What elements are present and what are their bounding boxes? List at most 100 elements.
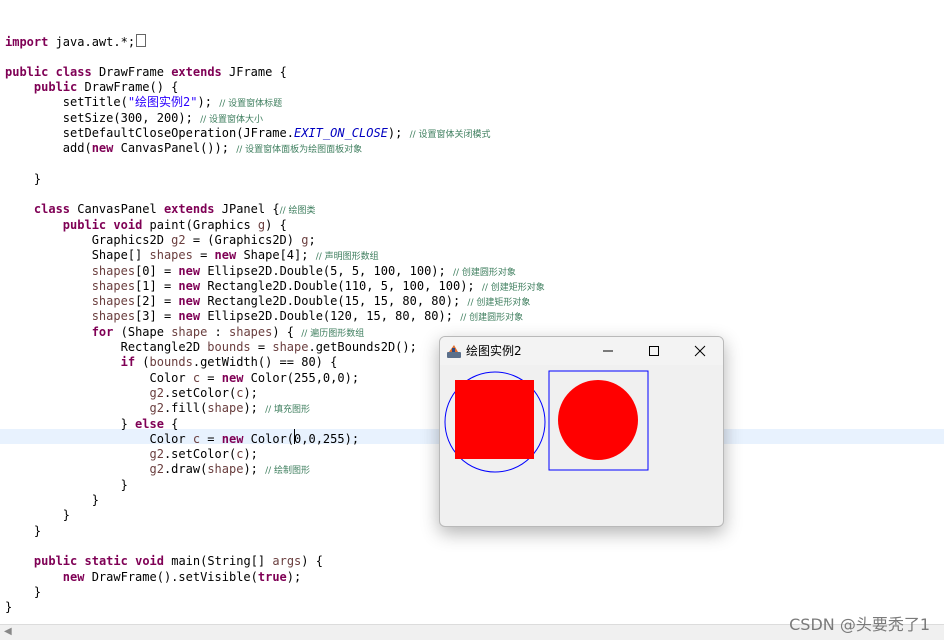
code-token: shapes	[229, 324, 273, 339]
code-token: .getBounds2D();	[308, 340, 417, 354]
code-token: Shape[]	[5, 248, 150, 263]
code-line: g2.fill(shape); // 填充图形	[5, 401, 311, 416]
code-token: new	[178, 309, 201, 324]
code-token: public	[62, 217, 107, 232]
code-token: Ellipse2D.Double(5, 5, 100, 100);	[200, 263, 453, 278]
code-token: shape	[272, 340, 309, 354]
code-line: shapes[0] = new Ellipse2D.Double(5, 5, 1…	[5, 264, 516, 279]
code-line: setSize(300, 200); // 设置窗体大小	[5, 111, 263, 126]
code-line: }	[5, 493, 99, 508]
code-token: }	[5, 523, 42, 538]
code-line: class CanvasPanel extends JPanel {// 绘图类	[5, 202, 316, 217]
code-token: new	[178, 294, 201, 309]
code-token: Rectangle2D	[5, 340, 208, 354]
code-token: );	[387, 125, 410, 140]
code-token: public	[33, 79, 78, 94]
code-token: Color(255,0,0);	[243, 370, 360, 385]
java-frame-window[interactable]: 绘图实例2	[439, 336, 724, 527]
scroll-left-icon[interactable]: ◀	[4, 626, 12, 637]
code-line: add(new CanvasPanel()); // 设置窗体面板为绘图面板对象	[5, 141, 362, 156]
code-token: shapes	[149, 248, 193, 263]
code-token: =	[192, 248, 215, 263]
code-token: shapes	[91, 294, 136, 309]
code-token: g2	[171, 232, 186, 247]
code-line: new DrawFrame().setVisible(true);	[5, 570, 301, 585]
code-token: Rectangle2D.Double(110, 5, 100, 100);	[200, 278, 482, 293]
code-token: g2	[149, 447, 164, 462]
code-token: new	[178, 263, 201, 278]
java-app-icon	[447, 345, 461, 358]
code-token: // 绘制图形	[265, 466, 311, 477]
code-line: } else {	[5, 417, 179, 432]
code-token: new	[214, 248, 237, 263]
code-token: JFrame {	[221, 64, 287, 79]
watermark-text: CSDN @头要秃了1	[789, 615, 930, 634]
window-titlebar[interactable]: 绘图实例2	[440, 337, 723, 365]
code-token: .setColor(	[163, 385, 237, 400]
code-token: g2	[149, 385, 164, 400]
code-token: ;	[308, 232, 316, 247]
code-token: );	[243, 447, 258, 462]
code-line: shapes[3] = new Ellipse2D.Double(120, 15…	[5, 309, 523, 324]
code-token: ) {	[272, 324, 302, 339]
code-editor[interactable]: import java.awt.*; public class DrawFrame…	[0, 0, 944, 624]
code-token: extends	[171, 64, 222, 79]
code-token: [3] =	[135, 309, 179, 324]
code-token: DrawFrame() {	[77, 79, 179, 94]
code-token: // 创建圆形对象	[452, 267, 516, 278]
code-token: setDefaultCloseOperation(JFrame.	[5, 125, 294, 140]
code-token: }	[5, 171, 42, 186]
code-token: bounds	[149, 355, 193, 370]
code-token: args	[272, 554, 302, 569]
code-token: // 创建圆形对象	[460, 313, 524, 324]
minimize-button[interactable]	[585, 337, 631, 365]
code-token: add(	[5, 141, 92, 156]
unknown-glyph-icon	[136, 34, 147, 47]
code-token: ) {	[301, 554, 323, 569]
code-token: if	[120, 355, 136, 370]
code-token: );	[243, 462, 266, 477]
code-token: // 绘图类	[279, 206, 316, 217]
code-token: // 设置窗体标题	[219, 99, 283, 110]
close-icon	[694, 345, 706, 357]
code-token: paint(Graphics	[142, 217, 258, 232]
code-line: public class DrawFrame extends JFrame {	[5, 65, 287, 80]
close-button[interactable]	[677, 337, 723, 365]
code-token: Graphics2D	[5, 232, 172, 247]
code-line: public static void main(String[] args) {	[5, 554, 323, 569]
code-line: }	[5, 172, 41, 187]
red-filled-circle	[558, 380, 638, 460]
code-token: EXIT_ON_CLOSE	[293, 125, 388, 140]
code-token: Ellipse2D.Double(120, 15, 80, 80);	[200, 309, 461, 324]
code-line: }	[5, 585, 41, 600]
code-token: }	[5, 584, 42, 599]
code-line: g2.draw(shape); // 绘制图形	[5, 462, 311, 477]
code-token: main(String[]	[164, 554, 273, 569]
code-token: shape	[171, 324, 208, 339]
code-token: public	[5, 64, 49, 79]
text-caret	[294, 429, 295, 444]
code-token: CanvasPanel	[70, 202, 164, 217]
code-line: Color c = new Color(0,0,255);	[5, 432, 359, 447]
code-token: .draw(	[163, 462, 208, 477]
code-token: Color(0,0,255);	[243, 431, 360, 446]
code-token: for	[91, 324, 114, 339]
code-token: shapes	[91, 309, 136, 324]
code-token: DrawFrame().setVisible(	[84, 569, 258, 584]
code-token: new	[178, 278, 201, 293]
code-token: // 创建矩形对象	[467, 298, 531, 309]
code-token: // 声明图形数组	[315, 252, 379, 263]
code-token: :	[207, 324, 229, 339]
code-token: );	[243, 401, 266, 416]
maximize-button[interactable]	[631, 337, 677, 365]
code-token: // 设置窗体关闭模式	[409, 129, 491, 140]
